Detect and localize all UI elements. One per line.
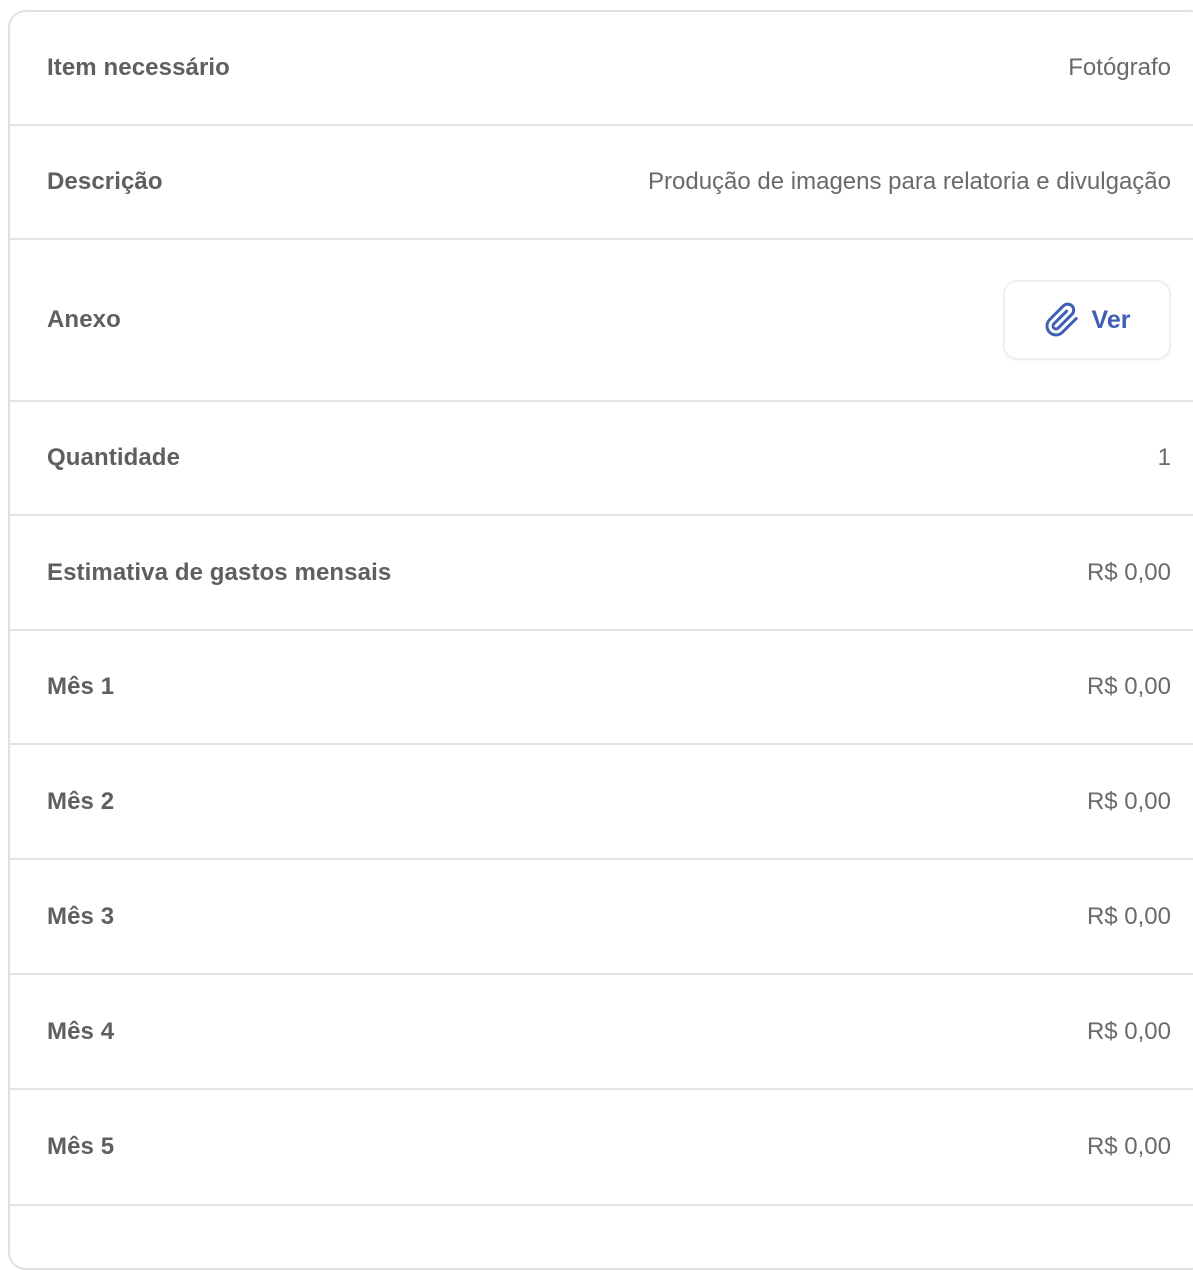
row-value: Produção de imagens para relatoria e div… [648,168,1171,195]
row-value: Fotógrafo [1068,54,1171,81]
row-anexo: Anexo Ver [10,240,1193,402]
row-label: Mês 4 [47,1017,115,1045]
row-mes-1: Mês 1 R$ 0,00 [10,631,1193,745]
row-value: R$ 0,00 [1086,1017,1171,1045]
view-attachment-label: Ver [1091,305,1131,334]
row-label: Mês 3 [47,902,115,930]
row-estimativa: Estimativa de gastos mensais R$ 0,00 [10,516,1193,631]
next-row-partial [10,1222,1193,1243]
row-mes-5: Mês 5 R$ 0,00 [10,1090,1193,1206]
row-label: Mês 1 [47,673,115,700]
row-label: Descrição [47,168,163,195]
view-attachment-button[interactable]: Ver [1003,280,1171,360]
row-quantidade: Quantidade 1 [10,402,1193,516]
row-value: R$ 0,00 [1086,787,1171,815]
row-value: R$ 0,00 [1086,902,1171,930]
row-label: Anexo [47,306,121,333]
row-descricao: Descrição Produção de imagens para relat… [10,126,1193,240]
row-label: Mês 5 [47,1133,115,1160]
paperclip-icon [1044,302,1080,338]
row-value: 1 [1157,444,1171,471]
row-label: Mês 2 [47,787,115,815]
row-value: R$ 0,00 [1086,673,1171,700]
row-mes-3: Mês 3 R$ 0,00 [10,860,1193,975]
row-mes-4: Mês 4 R$ 0,00 [10,975,1193,1090]
row-label: Estimativa de gastos mensais [47,558,392,586]
row-label: Quantidade [47,444,181,471]
row-label: Item necessário [47,54,230,81]
row-value: R$ 0,00 [1086,558,1171,586]
row-mes-2: Mês 2 R$ 0,00 [10,745,1193,860]
row-value: R$ 0,00 [1086,1133,1171,1160]
row-item-necessario: Item necessário Fotógrafo [10,12,1193,126]
